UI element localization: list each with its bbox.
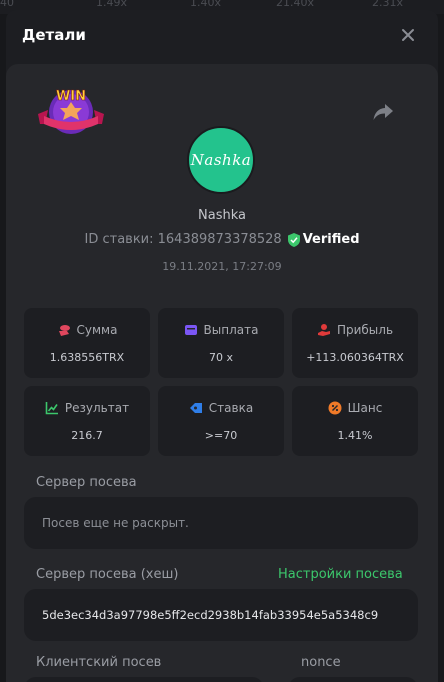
avatar: Nashka (187, 126, 255, 194)
details-modal: Детали WIN Nashka Nashka ID ставки: 1643… (6, 10, 438, 682)
close-icon (402, 29, 414, 41)
percent-icon (328, 401, 342, 414)
stat-amount: Сумма 1.638556TRX (24, 308, 150, 378)
stats-grid: Сумма 1.638556TRX Выплата 70 x Прибыль +… (24, 308, 418, 456)
server-seed-label: Сервер посева (36, 475, 137, 490)
nonce-label: nonce (301, 655, 341, 670)
stat-label: Результат (64, 400, 130, 415)
stat-result: Результат 216.7 (24, 386, 150, 456)
stat-value: 1.41% (337, 428, 373, 442)
server-seed-hash-field[interactable]: 5de3ec34d3a97798e5ff2ecd2938b14fab33954e… (24, 589, 418, 641)
modal-title: Детали (22, 26, 86, 44)
stat-label: Сумма (76, 322, 118, 337)
win-badge-icon: WIN (38, 89, 104, 134)
stat-payout: Выплата 70 x (158, 308, 284, 378)
client-seed-field[interactable] (24, 677, 264, 682)
win-badge: WIN (36, 86, 106, 140)
background-strip-value: 40 (0, 0, 14, 9)
server-seed-placeholder: Посев еще не раскрыт. (42, 516, 189, 530)
share-icon (373, 104, 393, 120)
coins-icon (58, 324, 70, 336)
stat-value: >=70 (204, 428, 238, 442)
stat-chance: Шанс 1.41% (292, 386, 418, 456)
background-strip-value: 21.40x (276, 0, 315, 9)
tag-icon (189, 402, 202, 413)
stat-value: +113.060364TRX (306, 350, 404, 364)
svg-text:WIN: WIN (56, 89, 86, 104)
bet-details-card: WIN Nashka Nashka ID ставки: 16438987337… (6, 64, 438, 682)
share-button[interactable] (372, 102, 396, 124)
close-button[interactable] (396, 23, 420, 47)
verified-label: Verified (302, 232, 360, 247)
background-strip-value: 2.31x (372, 0, 404, 9)
shield-check-icon (287, 232, 300, 247)
seed-settings-link[interactable]: Настройки посева (278, 567, 403, 582)
background-strip-value: 1.49x (96, 0, 128, 9)
stat-label: Прибыль (336, 322, 394, 337)
stat-label: Выплата (203, 322, 259, 337)
stat-profit: Прибыль +113.060364TRX (292, 308, 418, 378)
avatar-text: Nashka (190, 151, 252, 169)
stat-value: 216.7 (71, 428, 103, 442)
server-seed-hash-label: Сервер посева (хеш) (36, 567, 179, 582)
verified-badge: Verified (287, 232, 360, 247)
server-seed-field[interactable]: Посев еще не раскрыт. (24, 497, 418, 549)
username: Nashka (198, 208, 246, 223)
stat-bet: Ставка >=70 (158, 386, 284, 456)
bet-id-row: ID ставки: 164389873378528 Verified (6, 232, 438, 247)
stat-value: 70 x (208, 350, 233, 364)
stat-label: Шанс (347, 400, 383, 415)
stat-label: Ставка (208, 400, 254, 415)
client-seed-label: Клиентский посев (36, 655, 162, 670)
stat-value: 1.638556TRX (49, 350, 125, 364)
wallet-icon (184, 324, 197, 335)
nonce-field[interactable] (288, 677, 418, 682)
hand-coin-icon (317, 323, 330, 336)
bet-id: ID ставки: 164389873378528 (84, 232, 282, 247)
server-seed-hash-value: 5de3ec34d3a97798e5ff2ecd2938b14fab33954e… (42, 608, 379, 622)
modal-header: Детали (6, 10, 438, 60)
background-strip-value: 1.40x (190, 0, 222, 9)
bet-timestamp: 19.11.2021, 17:27:09 (162, 260, 282, 273)
chart-icon (45, 401, 58, 414)
